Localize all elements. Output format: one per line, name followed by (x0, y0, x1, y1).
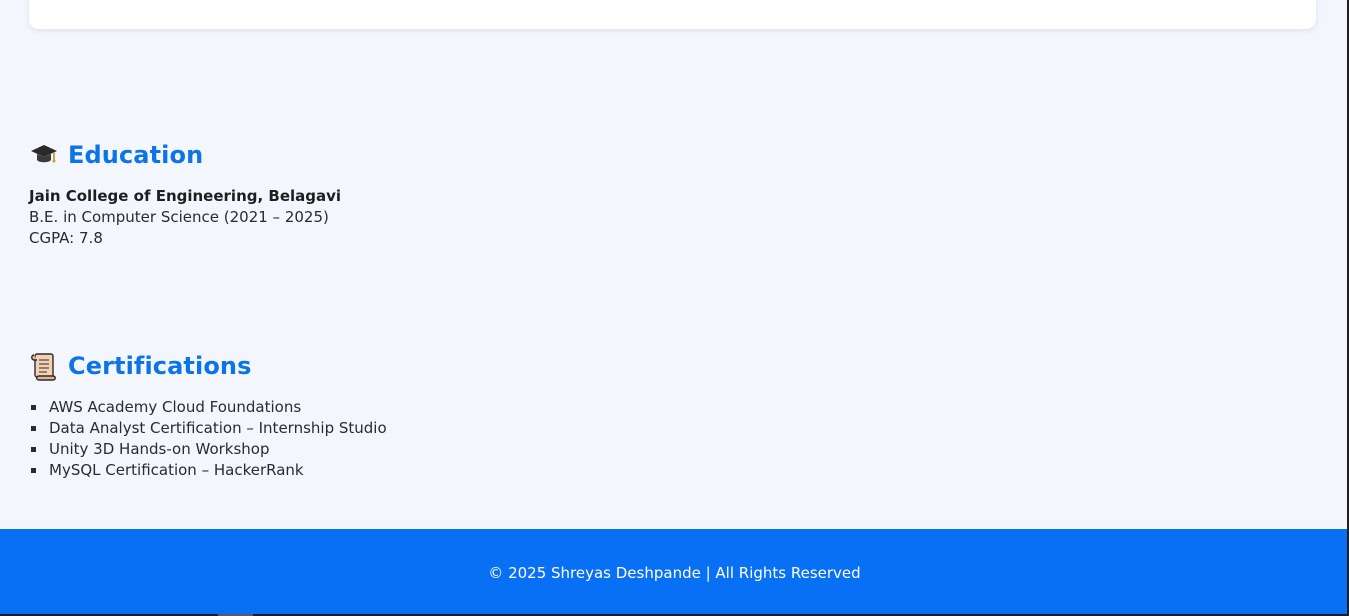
education-heading: Education (29, 140, 341, 170)
list-item: Unity 3D Hands-on Workshop (29, 439, 387, 460)
graduation-cap-icon (29, 140, 59, 170)
page: Education Jain College of Engineering, B… (0, 0, 1349, 616)
certifications-title: Certifications (68, 352, 252, 380)
certifications-list: AWS Academy Cloud Foundations Data Analy… (29, 397, 387, 481)
education-section: Education Jain College of Engineering, B… (29, 140, 341, 249)
degree-text: B.E. in Computer Science (2021 – 2025) (29, 208, 329, 226)
school-name: Jain College of Engineering, Belagavi (29, 187, 342, 205)
cgpa-text: CGPA: 7.8 (29, 229, 103, 247)
education-title: Education (68, 141, 204, 169)
scroll-icon (29, 351, 59, 381)
list-item: Data Analyst Certification – Internship … (29, 418, 387, 439)
certifications-heading: Certifications (29, 351, 387, 381)
list-item: MySQL Certification – HackerRank (29, 460, 387, 481)
previous-section-card (29, 0, 1316, 29)
footer-text: © 2025 Shreyas Deshpande | All Rights Re… (488, 563, 861, 582)
footer: © 2025 Shreyas Deshpande | All Rights Re… (0, 529, 1347, 616)
certifications-section: Certifications AWS Academy Cloud Foundat… (29, 351, 387, 481)
list-item: AWS Academy Cloud Foundations (29, 397, 387, 418)
education-details: Jain College of Engineering, Belagavi B.… (29, 186, 341, 249)
